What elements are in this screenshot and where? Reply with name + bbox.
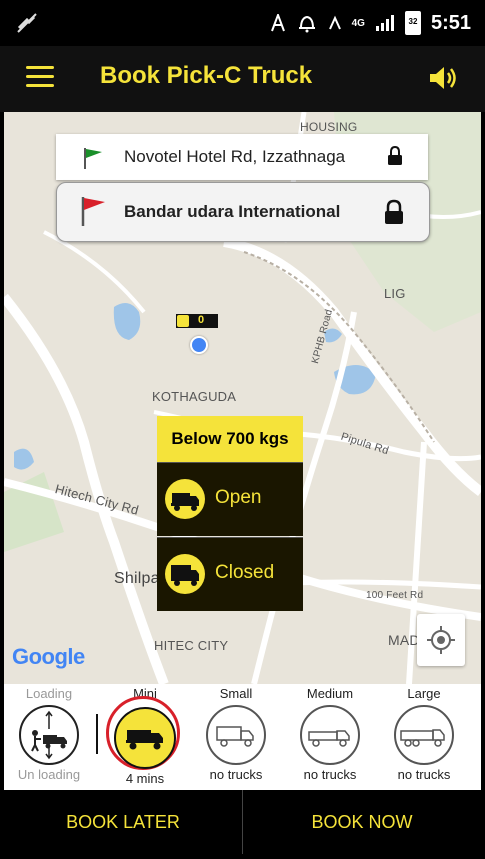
lock-icon[interactable] [383,199,405,225]
closed-truck-icon [165,554,205,594]
truck-type-sublabel: no trucks [397,767,451,782]
speaker-icon[interactable] [427,64,461,92]
truck-type-label: Large [407,686,441,701]
weight-category-header: Below 700 kgs [157,416,303,462]
signal-icon [328,15,341,30]
current-location-dot [190,336,208,354]
map-label-kothaguda: KOTHAGUDA [152,389,237,404]
closed-truck-label: Closed [215,562,275,583]
my-location-button[interactable] [417,614,465,666]
clock: 5:51 [430,11,471,34]
map-label-hitec-city: HITEC CITY [154,638,229,653]
small-truck-icon [206,705,266,765]
large-truck-icon [394,705,454,765]
lock-icon[interactable] [387,146,403,166]
map-label-100-feet-rd: 100 Feet Rd [366,590,424,601]
truck-type-large[interactable]: Large no trucks [388,686,460,782]
truck-type-sublabel: 4 mins [125,771,165,786]
font-icon [270,14,285,32]
drop-location-text: Bandar udara International [124,202,341,221]
battery-level: 32 [408,17,418,26]
map-label-shilpa: Shilpa [114,570,160,587]
truck-type-medium[interactable]: Medium no trucks [293,686,367,782]
page-title: Book Pick-C Truck [100,62,313,89]
alarm-icon [298,15,315,33]
status-bar: 4G 32 5:51 [0,0,485,46]
book-now-button[interactable]: BOOK NOW [243,790,481,854]
truck-type-sublabel: Un loading [17,767,81,782]
truck-type-small[interactable]: Small no trucks [202,686,270,782]
closed-truck-option[interactable]: Closed [157,537,303,611]
open-truck-option[interactable]: Open [157,462,303,536]
truck-marker-icon [177,315,189,327]
drop-location-field[interactable]: Bandar udara International [56,182,430,242]
open-truck-icon [165,479,205,519]
weight-category-popup: Below 700 kgs Open Closed [157,416,303,612]
pickup-location-field[interactable]: Novotel Hotel Rd, Izzathnaga [56,134,428,180]
map-label-lig: LIG [384,286,406,301]
hamburger-menu-icon[interactable] [26,66,54,90]
green-flag-icon [84,148,102,169]
battery-icon: 32 [404,11,421,35]
medium-truck-icon [300,705,360,765]
bottom-action-bar: BOOK LATER BOOK NOW [4,790,481,854]
status-icons: 4G 32 5:51 [270,10,471,36]
network-type: 4G [351,17,365,29]
truck-marker[interactable]: 0 [176,314,218,328]
truck-type-label: Small [219,686,253,701]
truck-type-mini[interactable]: Mini 4 mins [106,686,182,786]
truck-type-label: Medium [306,686,354,701]
loading-unloading-icon [19,705,79,765]
selector-divider [96,714,98,754]
crosshair-icon [427,626,455,654]
mini-truck-icon [114,707,176,769]
truck-marker-label: 0 [198,314,205,326]
no-sync-icon [17,13,37,33]
truck-type-label: Loading [25,686,73,701]
truck-type-sublabel: no trucks [209,767,263,782]
map-label-housing: HOUSING [300,120,358,134]
red-flag-icon [81,197,105,226]
app-bar: Book Pick-C Truck [0,46,485,112]
cell-signal-icon [375,15,394,31]
pickup-location-text: Novotel Hotel Rd, Izzathnaga [124,147,346,166]
app-frame: 4G 32 5:51 Book Pick-C Truck HOUSING LIG… [0,0,485,859]
google-logo: Google [12,644,85,669]
book-later-button[interactable]: BOOK LATER [4,790,243,854]
truck-type-selector: Loading Un loading Mini 4 mins Small no … [4,684,481,790]
truck-type-loading[interactable]: Loading Un loading [16,686,82,782]
open-truck-label: Open [215,487,262,508]
truck-type-sublabel: no trucks [303,767,357,782]
